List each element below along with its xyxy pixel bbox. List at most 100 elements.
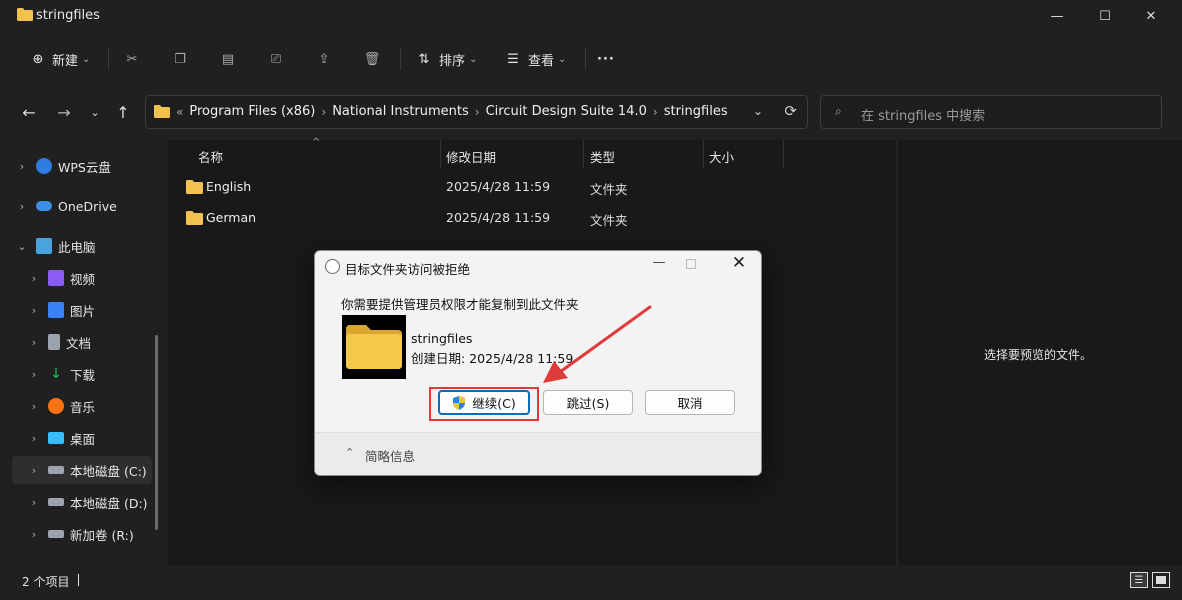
table-row[interactable]: German 2025/4/28 11:59 文件夹: [178, 203, 878, 233]
search-box[interactable]: ⌕ 在 stringfiles 中搜索: [820, 95, 1162, 129]
dialog-file-date: 创建日期: 2025/4/28 11:59: [411, 351, 574, 366]
delete-button[interactable]: 🗑: [362, 46, 382, 72]
column-divider[interactable]: [440, 140, 441, 168]
minimize-button[interactable]: —: [1034, 0, 1080, 32]
sidebar-item-pictures[interactable]: › 图片: [24, 296, 174, 324]
navigation-row: ← → ⌄ ↑ « Program Files (x86) › National…: [0, 90, 1182, 134]
rename-button[interactable]: ⎚: [266, 46, 286, 72]
chevron-right-icon[interactable]: ›: [24, 528, 44, 541]
column-header-type[interactable]: 类型: [590, 147, 615, 166]
dialog-footer: ⌃ 简略信息: [315, 432, 761, 475]
address-history-button[interactable]: ⌄: [753, 104, 763, 118]
sidebar-item-desktop[interactable]: › 桌面: [24, 424, 174, 452]
music-icon: [48, 398, 64, 414]
chevron-down-icon: ⌄: [90, 105, 100, 119]
chevron-right-icon[interactable]: ›: [24, 400, 44, 413]
chevron-right-icon[interactable]: ›: [321, 105, 326, 119]
sort-button[interactable]: ⇅ 排序 ⌄: [414, 46, 478, 72]
paste-button[interactable]: ▤: [218, 46, 238, 72]
back-button[interactable]: ←: [17, 100, 41, 124]
folder-icon: [186, 211, 203, 225]
sidebar-item-label: WPS云盘: [58, 159, 111, 175]
sidebar-item-downloads[interactable]: › ↓ 下载: [24, 360, 174, 388]
chevron-right-icon[interactable]: ›: [24, 272, 44, 285]
sidebar-item-documents[interactable]: › 文档: [24, 328, 174, 356]
column-divider[interactable]: [583, 140, 584, 168]
chevron-right-icon[interactable]: ›: [24, 368, 44, 381]
sidebar-item-wps[interactable]: › WPS云盘: [12, 152, 162, 180]
column-header-name[interactable]: 名称: [198, 147, 223, 166]
dialog-minimize-button[interactable]: —: [646, 255, 672, 275]
chevron-right-icon[interactable]: ›: [24, 464, 44, 477]
chevron-right-icon[interactable]: ›: [24, 336, 44, 349]
more-button[interactable]: ···: [597, 46, 615, 72]
chevron-right-icon[interactable]: ›: [475, 105, 480, 119]
column-divider[interactable]: [783, 140, 784, 168]
sidebar-item-this-pc[interactable]: ⌄ 此电脑: [12, 232, 162, 260]
sidebar-item-onedrive[interactable]: › OneDrive: [12, 192, 162, 220]
dialog-close-button[interactable]: ✕: [727, 253, 751, 277]
copy-button[interactable]: ❐: [170, 46, 190, 72]
chevron-down-icon[interactable]: ⌄: [12, 240, 32, 253]
fewer-details-link[interactable]: 简略信息: [365, 446, 415, 465]
chevron-right-icon[interactable]: ›: [24, 304, 44, 317]
sidebar-item-videos[interactable]: › 视频: [24, 264, 174, 292]
details-view-button[interactable]: ☰: [1130, 572, 1148, 588]
close-button[interactable]: ✕: [1128, 0, 1174, 32]
video-icon: [48, 270, 64, 286]
share-button[interactable]: ⇪: [314, 46, 334, 72]
maximize-button[interactable]: ☐: [1082, 0, 1128, 32]
sidebar-scrollbar[interactable]: [155, 335, 158, 530]
chevron-up-icon[interactable]: ⌃: [345, 446, 354, 459]
forward-button[interactable]: →: [52, 100, 76, 124]
breadcrumb-item[interactable]: stringfiles: [664, 104, 728, 119]
recent-locations-button[interactable]: ⌄: [83, 100, 107, 124]
chevron-right-icon[interactable]: ›: [12, 200, 32, 213]
chevron-right-icon[interactable]: ›: [24, 496, 44, 509]
breadcrumb-item[interactable]: National Instruments: [332, 104, 469, 119]
dialog-maximize-button[interactable]: [686, 259, 696, 269]
status-divider: [78, 574, 79, 586]
column-header-modified[interactable]: 修改日期: [446, 147, 496, 166]
table-row[interactable]: English 2025/4/28 11:59 文件夹: [178, 172, 878, 202]
arrow-right-icon: →: [57, 102, 71, 122]
cancel-button[interactable]: 取消: [645, 390, 735, 415]
column-header-size[interactable]: 大小: [709, 147, 734, 166]
skip-button[interactable]: 跳过(S): [543, 390, 633, 415]
search-input[interactable]: 在 stringfiles 中搜索: [861, 105, 985, 124]
arrow-up-icon: ↑: [116, 102, 130, 122]
breadcrumb-item[interactable]: Circuit Design Suite 14.0: [486, 104, 647, 119]
sidebar-item-label: 本地磁盘 (C:): [70, 463, 147, 479]
clipboard-icon: ▤: [221, 51, 235, 67]
sidebar-item-drive-c[interactable]: › 本地磁盘 (C:): [12, 456, 152, 484]
chevron-down-icon: ⌄: [558, 53, 567, 65]
chevron-right-icon[interactable]: ›: [24, 432, 44, 445]
view-button[interactable]: ☰ 查看 ⌄: [503, 46, 566, 72]
chevron-right-icon[interactable]: ›: [12, 160, 32, 173]
address-bar[interactable]: « Program Files (x86) › National Instrum…: [145, 95, 808, 129]
desktop-icon: [48, 432, 64, 444]
drive-icon: [48, 530, 64, 538]
sidebar-item-label: 文档: [66, 335, 92, 351]
folder-icon: [346, 325, 402, 369]
folder-icon: [186, 180, 203, 194]
status-bar: 2 个项目 ☰: [0, 567, 1182, 600]
sidebar-item-music[interactable]: › 音乐: [24, 392, 174, 420]
column-divider[interactable]: [703, 140, 704, 168]
refresh-button[interactable]: ⟳: [784, 102, 797, 120]
sidebar-item-drive-r[interactable]: › 新加卷 (R:): [24, 520, 174, 548]
sidebar-item-label: 本地磁盘 (D:): [70, 495, 148, 511]
breadcrumb-overflow[interactable]: «: [176, 105, 183, 119]
copy-icon: ❐: [174, 51, 186, 67]
chevron-right-icon[interactable]: ›: [653, 105, 658, 119]
plus-circle-icon: ⊕: [32, 51, 44, 67]
up-button[interactable]: ↑: [111, 100, 135, 124]
large-icons-view-button[interactable]: [1152, 572, 1170, 588]
file-type: 文件夹: [590, 213, 628, 228]
arrow-left-icon: ←: [22, 102, 36, 122]
details-view-icon: ☰: [1134, 574, 1144, 586]
new-button[interactable]: ⊕ 新建 ⌄: [28, 46, 91, 72]
breadcrumb-item[interactable]: Program Files (x86): [189, 104, 315, 119]
cut-button[interactable]: ✂: [122, 46, 142, 72]
sidebar-item-drive-d[interactable]: › 本地磁盘 (D:): [24, 488, 174, 516]
